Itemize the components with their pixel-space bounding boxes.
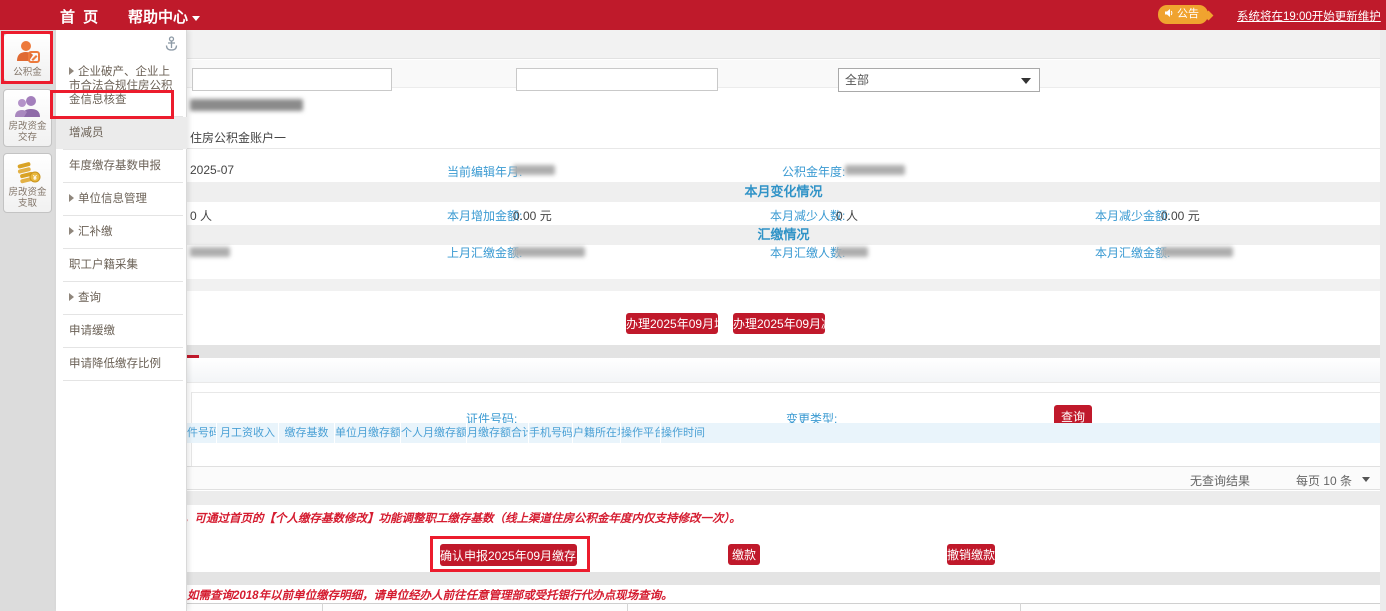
name-input[interactable] [192, 68, 392, 91]
menu-item-employee-household[interactable]: 职工户籍采集 [56, 249, 187, 281]
side-menu-list: 企业破产、企业上市合法合规住房公积金信息核查 增减员 年度缴存基数申报 单位信息… [56, 56, 187, 381]
menu-item-apply-lower-ratio[interactable]: 申请降低缴存比例 [56, 348, 187, 380]
menu-item-remit-supplement[interactable]: 汇补缴 [56, 216, 187, 248]
expand-arrow-icon [69, 227, 74, 235]
menu-item-unit-info[interactable]: 单位信息管理 [56, 183, 187, 215]
account-type-label: 住房公积金账户一 [190, 129, 286, 146]
main-content: 住房公积金账户一 2025-07 当前编辑年月: 公积金年度: 本月变化情况 0… [187, 30, 1380, 611]
sidebar-item-gongjijin[interactable]: 公积金 [3, 33, 52, 82]
col-personal-monthly: 个人月缴存额 [401, 423, 467, 443]
change-type-select[interactable]: 全部 [838, 68, 1040, 92]
col-unit-monthly: 单位月缴存额 [335, 423, 401, 443]
confirm-declare-button[interactable]: 确认申报2025年09月缴存人员名单 [440, 544, 577, 566]
col-deposit-base: 缴存基数 [279, 423, 335, 443]
add-amount-value: 0.00 元 [513, 207, 552, 224]
fund-year-redacted [845, 165, 905, 175]
people-icon [14, 95, 42, 119]
nav-help-center[interactable]: 帮助中心 [128, 6, 200, 27]
toolbar-band [187, 30, 1380, 59]
remit-count-redacted [836, 247, 868, 257]
section-gap-band [187, 279, 1380, 291]
edit-month-value: 2025-07 [190, 163, 234, 177]
remove-member-button[interactable]: 办理2025年09月减员 [733, 313, 825, 334]
icon-rail: 公积金 房改资金 交存 ¥ 房改资金 [0, 30, 56, 611]
notice-badge[interactable]: 公告 [1158, 5, 1208, 24]
section-monthly-change: 本月变化情况 [187, 182, 1380, 202]
col-platform: 操作平台 [621, 423, 661, 443]
chevron-down-icon[interactable] [1362, 477, 1370, 482]
person-edit-icon [15, 39, 41, 65]
side-menu-panel: 企业破产、企业上市合法合规住房公积金信息核查 增减员 年度缴存基数申报 单位信息… [56, 30, 187, 611]
top-navbar: 首 页 帮助中心 公告 系统将在19:00开始更新维护 [0, 0, 1386, 30]
remit-amount-label: 本月汇缴金额: [1095, 244, 1170, 261]
result-table-header: 件号码 月工资收入 缴存基数 单位月缴存额 个人月缴存额 月缴存额合计 手机号码… [187, 423, 1380, 443]
svg-text:¥: ¥ [33, 175, 37, 182]
remit-amount-redacted [1161, 247, 1233, 257]
minus-count-value: 0 人 [836, 207, 858, 224]
cancel-pay-button[interactable]: 撤销缴款 [947, 544, 995, 565]
menu-item-apply-defer[interactable]: 申请缓缴 [56, 315, 187, 347]
company-name-redacted [190, 99, 303, 111]
empty-result-text: 无查询结果 [1190, 472, 1250, 489]
chevron-down-icon [192, 16, 200, 21]
menu-item-annual-base-declare[interactable]: 年度缴存基数申报 [56, 150, 187, 182]
add-count-value: 0 人 [190, 207, 212, 224]
remit-col1-redacted [190, 247, 230, 257]
maintenance-notice-link[interactable]: 系统将在19:00开始更新维护 [1237, 8, 1381, 24]
last-remit-redacted [513, 247, 585, 257]
chevron-down-icon [1021, 78, 1031, 84]
menu-item-query[interactable]: 查询 [56, 282, 187, 314]
speaker-icon [1164, 8, 1174, 18]
col-phone: 手机号码 [529, 423, 573, 443]
minus-amount-value: 0.00 元 [1161, 207, 1200, 224]
minus-count-label: 本月减少人数: [770, 207, 845, 224]
current-edit-month-label: 当前编辑年月: [447, 163, 522, 180]
note-adjust-base: ，可通过首页的【个人缴存基数修改】功能调整职工缴存基数（线上渠道住房公积金年度内… [183, 510, 741, 526]
pay-button[interactable]: 缴款 [728, 544, 760, 565]
sidebar-item-label: 支取 [5, 198, 50, 209]
last-remit-label: 上月汇缴金额: [447, 244, 522, 261]
tabbar-band [187, 358, 1380, 383]
app-window: 住房公积金账户一 2025-07 当前编辑年月: 公积金年度: 本月变化情况 0… [0, 0, 1386, 611]
add-member-button[interactable]: 办理2025年09月增员 [626, 313, 718, 334]
menu-item-enterprise-check[interactable]: 企业破产、企业上市合法合规住房公积金信息核查 [56, 56, 187, 116]
anchor-icon[interactable] [165, 36, 178, 51]
gap-band2 [187, 491, 1380, 505]
add-amount-label: 本月增加金额: [447, 207, 522, 224]
minus-amount-label: 本月减少金额: [1095, 207, 1170, 224]
col-registered-place: 户籍所在地 [573, 423, 621, 443]
badge-tail [1204, 11, 1214, 21]
remit-count-label: 本月汇缴人数: [770, 244, 845, 261]
sidebar-item-label: 交存 [5, 132, 50, 143]
section-remittance: 汇缴情况 [187, 225, 1380, 245]
sidebar-item-label: 房改资金 [5, 187, 50, 198]
bottom-table-strip [187, 603, 1380, 611]
expand-arrow-icon [69, 194, 74, 202]
id-number-input[interactable] [516, 68, 718, 91]
page-size-select[interactable]: 每页 10 条 [1296, 472, 1352, 489]
col-operate-time: 操作时间 [661, 423, 705, 443]
fund-year-label: 公积金年度: [782, 163, 845, 180]
sidebar-item-label: 公积金 [5, 67, 50, 78]
coins-icon: ¥ [14, 159, 42, 185]
change-type-value: 全部 [845, 73, 869, 87]
sidebar-item-fanggai-deposit[interactable]: 房改资金 交存 [3, 89, 52, 147]
expand-arrow-icon [69, 67, 74, 75]
expand-arrow-icon [69, 293, 74, 301]
sidebar-item-fanggai-withdraw[interactable]: ¥ 房改资金 支取 [3, 153, 52, 213]
col-id-number: 件号码 [187, 423, 217, 443]
menu-item-add-remove-member[interactable]: 增减员 [56, 117, 187, 149]
col-monthly-total: 月缴存额合计 [467, 423, 529, 443]
nav-home[interactable]: 首 页 [60, 6, 100, 27]
lower-gap-band [187, 345, 1380, 358]
col-monthly-salary: 月工资收入 [217, 423, 279, 443]
note-query-history: 如需查询2018年以前单位缴存明细，请单位经办人前往任意管理部或受托银行代办点现… [187, 587, 673, 603]
gap-band3 [187, 572, 1380, 585]
current-edit-month-redacted [513, 165, 555, 175]
pagination-row: 无查询结果 每页 10 条 [187, 466, 1380, 490]
sidebar-item-label: 房改资金 [5, 121, 50, 132]
